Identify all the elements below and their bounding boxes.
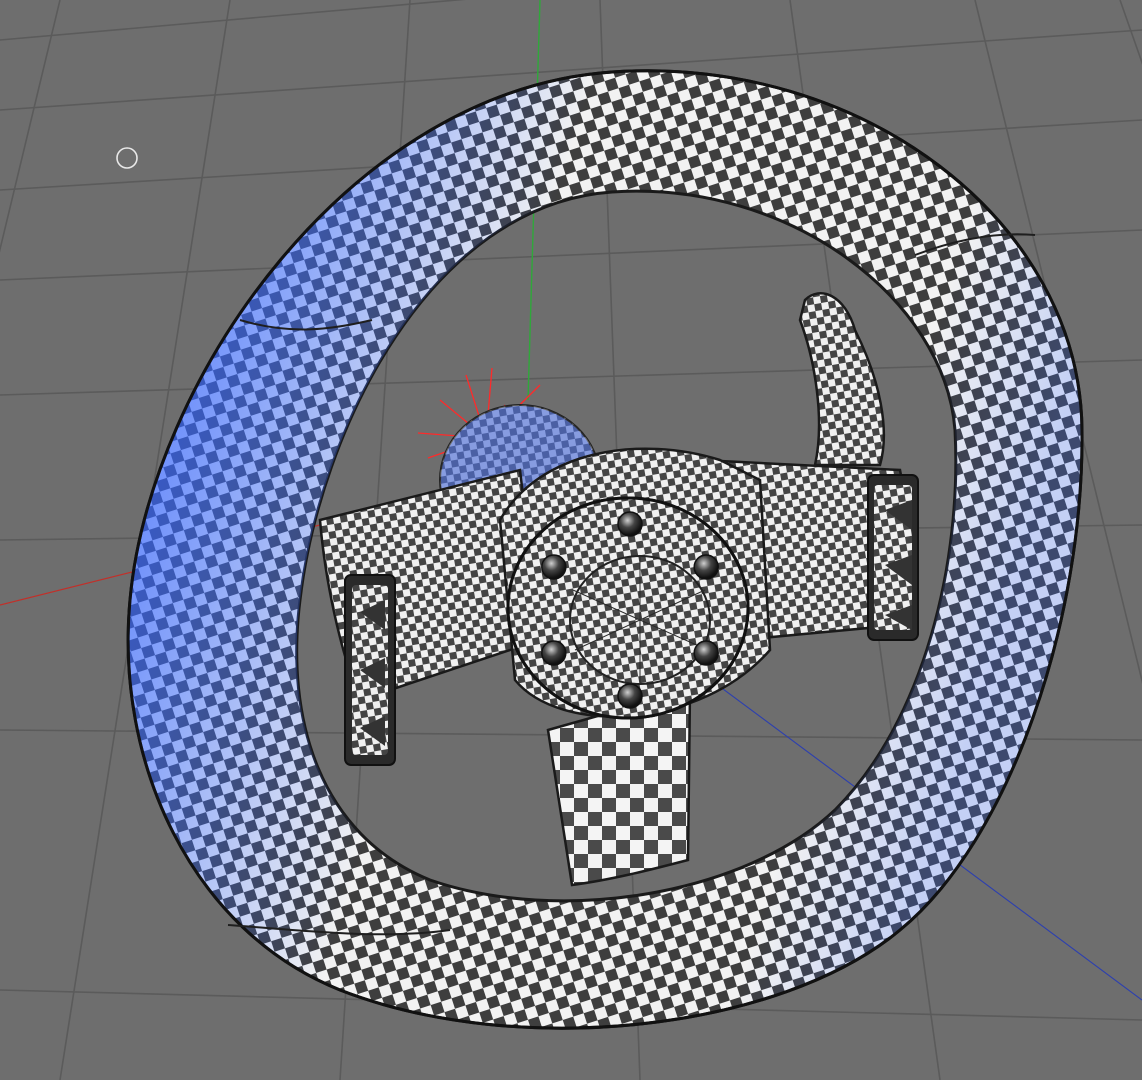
hub-bolt	[617, 511, 643, 537]
hub-bolt	[617, 683, 643, 709]
steering-wheel-model[interactable]	[126, 69, 1084, 1030]
shift-paddle[interactable]	[798, 292, 886, 467]
3d-viewport[interactable]	[0, 0, 1142, 1080]
right-button-panel[interactable]	[867, 474, 919, 641]
viewport-canvas[interactable]	[0, 0, 1142, 1080]
circle-cursor-icon[interactable]	[116, 147, 138, 169]
left-button-panel[interactable]	[344, 574, 396, 766]
hub-bolt	[541, 640, 567, 666]
bottom-spoke	[546, 688, 692, 887]
hub-bolt	[541, 554, 567, 580]
hub-bolt	[693, 640, 719, 666]
hub-bolt	[693, 554, 719, 580]
